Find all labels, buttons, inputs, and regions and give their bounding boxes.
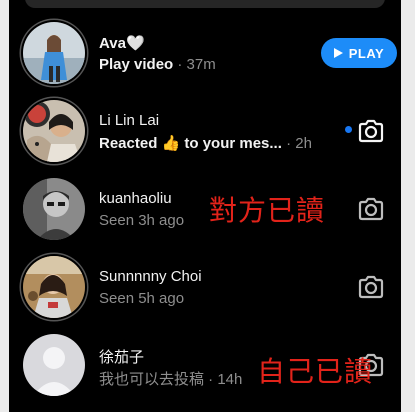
unread-dot — [345, 126, 352, 133]
thread-row-sunnnnny-choi[interactable]: Sunnnnny Choi Seen 5h ago — [9, 248, 401, 326]
annotation-self-read: 自己已讀 — [257, 355, 374, 388]
avatar — [23, 334, 85, 396]
thread-name: Li Lin Lai — [99, 112, 160, 129]
thread-subtitle: Seen 5h ago — [99, 290, 185, 307]
annotation-other-read: 對方已讀 — [209, 194, 326, 227]
thread-time: · 2h — [286, 135, 312, 152]
thread-time: · 37m — [177, 56, 216, 73]
camera-icon[interactable] — [357, 197, 385, 221]
thread-name: Ava🤍 — [99, 35, 145, 52]
avatar — [23, 100, 85, 162]
play-button-label: PLAY — [348, 45, 385, 61]
thread-name: kuanhaoliu — [99, 190, 172, 207]
camera-icon[interactable] — [357, 119, 385, 143]
thread-subtitle: Play video · 37m — [99, 56, 216, 73]
thread-row-ava[interactable]: Ava🤍 Play video · 37m PLAY — [9, 14, 401, 92]
avatar — [23, 256, 85, 318]
search-bar[interactable] — [25, 0, 385, 8]
thread-name: 徐茄子 — [99, 349, 145, 366]
thread-subtitle: Seen 3h ago — [99, 212, 185, 229]
thread-subtitle: 我也可以去投稿 · 14h — [99, 371, 243, 388]
thread-subtitle: Reacted 👍 to your mes... · 2h — [99, 134, 312, 152]
play-button[interactable]: PLAY — [321, 38, 397, 68]
play-icon — [333, 48, 343, 58]
direct-inbox: Ava🤍 Play video · 37m PLAY Li Lin Lai Re… — [9, 0, 401, 412]
thread-message: Play video — [99, 56, 174, 73]
avatar — [23, 178, 85, 240]
camera-icon[interactable] — [357, 275, 385, 299]
avatar — [23, 22, 85, 84]
thread-row-kuanhaoliu[interactable]: kuanhaoliu Seen 3h ago — [9, 170, 401, 248]
thread-row-li-lin-lai[interactable]: Li Lin Lai Reacted 👍 to your mes... · 2h — [9, 92, 401, 170]
thread-message: Reacted 👍 to your mes... — [99, 135, 282, 152]
thread-name: Sunnnnny Choi — [99, 268, 202, 285]
